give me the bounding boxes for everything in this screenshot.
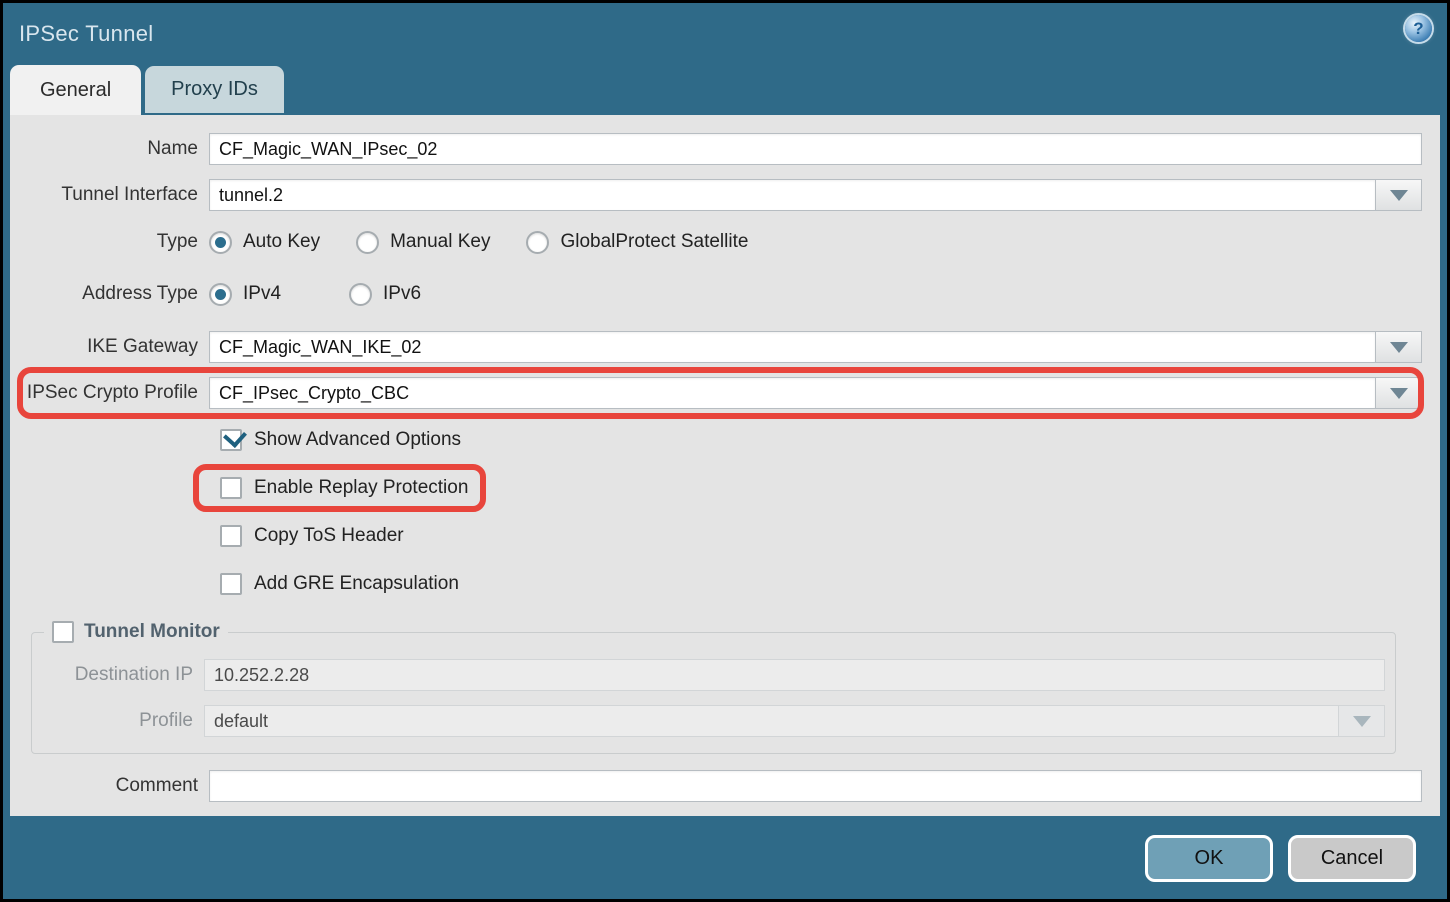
- dialog-title: IPSec Tunnel: [19, 21, 153, 47]
- ipsec-crypto-profile-dropdown-button[interactable]: [1375, 377, 1422, 409]
- ike-gateway-row: IKE Gateway: [10, 331, 1422, 363]
- tunnel-interface-combo: [209, 179, 1422, 211]
- comment-input[interactable]: [209, 770, 1422, 802]
- general-tab-panel: Name Tunnel Interface Type: [10, 115, 1440, 816]
- radio-icon[interactable]: [209, 283, 232, 306]
- tunnel-monitor-label: Tunnel Monitor: [84, 621, 220, 643]
- add-gre-encapsulation-checkbox-row[interactable]: Add GRE Encapsulation: [220, 573, 459, 595]
- cancel-button-label: Cancel: [1321, 847, 1383, 870]
- question-mark-glyph: ?: [1413, 19, 1423, 39]
- tunnel-monitor-legend[interactable]: Tunnel Monitor: [44, 621, 228, 643]
- address-type-label: Address Type: [10, 283, 209, 305]
- radio-label: IPv6: [383, 283, 421, 305]
- destination-ip-row: Destination IP: [32, 659, 1385, 691]
- ike-gateway-label: IKE Gateway: [10, 336, 209, 358]
- tunnel-interface-row: Tunnel Interface: [10, 179, 1422, 211]
- radio-option-manual-key[interactable]: Manual Key: [356, 231, 490, 254]
- profile-label: Profile: [32, 710, 204, 732]
- dialog-footer: OK Cancel: [3, 816, 1447, 900]
- chevron-down-icon: [1390, 342, 1408, 353]
- radio-label: GlobalProtect Satellite: [560, 231, 748, 253]
- tunnel-interface-label: Tunnel Interface: [10, 184, 209, 206]
- ipsec-tunnel-dialog: IPSec Tunnel ? General Proxy IDs Name Tu…: [3, 3, 1447, 899]
- checkbox-label: Add GRE Encapsulation: [254, 573, 459, 595]
- profile-dropdown-button: [1338, 705, 1385, 737]
- help-icon[interactable]: ?: [1405, 15, 1432, 42]
- destination-ip-label: Destination IP: [32, 664, 204, 686]
- profile-input: [204, 705, 1338, 737]
- radio-option-auto-key[interactable]: Auto Key: [209, 231, 320, 254]
- ike-gateway-combo: [209, 331, 1422, 363]
- ipsec-crypto-profile-row: IPSec Crypto Profile: [10, 377, 1422, 409]
- chevron-down-icon: [1390, 190, 1408, 201]
- tunnel-interface-input[interactable]: [209, 179, 1375, 211]
- checkbox-label: Copy ToS Header: [254, 525, 404, 547]
- profile-combo: [204, 705, 1385, 737]
- destination-ip-input: [204, 659, 1385, 691]
- radio-icon[interactable]: [526, 231, 549, 254]
- checkbox-icon[interactable]: [220, 573, 242, 595]
- type-label: Type: [10, 231, 209, 253]
- tab-bar: General Proxy IDs: [3, 65, 1447, 115]
- name-input[interactable]: [209, 133, 1422, 165]
- checkbox-icon[interactable]: [52, 621, 74, 643]
- name-row: Name: [10, 133, 1422, 165]
- radio-icon[interactable]: [209, 231, 232, 254]
- checkbox-icon[interactable]: [220, 525, 242, 547]
- ipsec-crypto-profile-input[interactable]: [209, 377, 1375, 409]
- checkbox-icon[interactable]: [220, 429, 242, 451]
- tab-proxy-ids-label: Proxy IDs: [171, 78, 258, 101]
- copy-tos-header-checkbox-row[interactable]: Copy ToS Header: [220, 525, 404, 547]
- ok-button[interactable]: OK: [1145, 835, 1273, 882]
- tunnel-interface-dropdown-button[interactable]: [1375, 179, 1422, 211]
- type-row: Type Auto Key Manual Key GlobalProtect S…: [10, 227, 1422, 257]
- address-type-row: Address Type IPv4 IPv6: [10, 279, 1422, 309]
- radio-label: Auto Key: [243, 231, 320, 253]
- tab-general[interactable]: General: [10, 65, 141, 115]
- radio-option-ipv4[interactable]: IPv4: [209, 283, 313, 306]
- comment-row: Comment: [10, 770, 1422, 802]
- cancel-button[interactable]: Cancel: [1288, 835, 1416, 882]
- ipsec-crypto-profile-combo: [209, 377, 1422, 409]
- profile-row: Profile: [32, 705, 1385, 737]
- radio-icon[interactable]: [349, 283, 372, 306]
- chevron-down-icon: [1353, 716, 1371, 727]
- checkbox-label: Show Advanced Options: [254, 429, 461, 451]
- ike-gateway-dropdown-button[interactable]: [1375, 331, 1422, 363]
- radio-option-globalprotect-satellite[interactable]: GlobalProtect Satellite: [526, 231, 748, 254]
- title-bar: IPSec Tunnel ?: [3, 3, 1447, 65]
- radio-label: Manual Key: [390, 231, 490, 253]
- ok-button-label: OK: [1195, 847, 1224, 870]
- enable-replay-protection-checkbox-row[interactable]: Enable Replay Protection: [220, 477, 468, 499]
- name-label: Name: [10, 138, 209, 160]
- ipsec-crypto-profile-label: IPSec Crypto Profile: [10, 382, 209, 404]
- tunnel-monitor-group: Tunnel Monitor Destination IP Profile: [31, 621, 1396, 754]
- checkbox-icon[interactable]: [220, 477, 242, 499]
- checkbox-label: Enable Replay Protection: [254, 477, 468, 499]
- tab-proxy-ids[interactable]: Proxy IDs: [145, 66, 284, 113]
- radio-label: IPv4: [243, 283, 281, 305]
- show-advanced-options-checkbox-row[interactable]: Show Advanced Options: [220, 429, 461, 451]
- radio-icon[interactable]: [356, 231, 379, 254]
- comment-label: Comment: [10, 775, 209, 797]
- chevron-down-icon: [1390, 388, 1408, 399]
- radio-option-ipv6[interactable]: IPv6: [349, 283, 453, 306]
- ike-gateway-input[interactable]: [209, 331, 1375, 363]
- tab-general-label: General: [40, 79, 111, 102]
